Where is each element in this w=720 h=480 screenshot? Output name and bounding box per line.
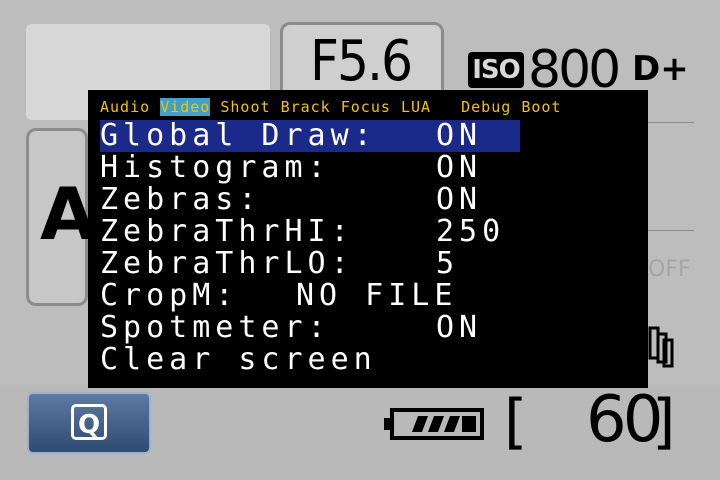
menu-item-label: Histogram: (100, 150, 331, 185)
menu-item-value: 250 (436, 214, 506, 249)
menu-item-histogram[interactable]: Histogram: ON (100, 152, 520, 184)
menu-item-label: ZebraThrLO: (100, 246, 354, 281)
tab-audio[interactable]: Audio (100, 98, 150, 116)
aperture-value: F5.6 (310, 29, 413, 94)
tab-shoot[interactable]: Shoot (220, 98, 270, 116)
menu-item-label: Spotmeter: (100, 310, 331, 345)
menu-items: Global Draw: ON Histogram: ON Zebras: ON Zebra… (100, 120, 520, 376)
iso-badge: ISO (468, 52, 524, 88)
tab-lua[interactable]: LUA (401, 98, 431, 116)
menu-item-value: ON (436, 118, 483, 153)
shots-remaining: 60 (586, 383, 663, 457)
drive-mode-icon (648, 326, 674, 368)
menu-item-value: ON (436, 150, 483, 185)
tab-debug[interactable]: Debug (461, 98, 511, 116)
divider (648, 230, 694, 231)
tab-video[interactable]: Video (160, 98, 211, 116)
menu-item-label: Global Draw: (100, 118, 377, 153)
menu-item-clear-screen[interactable]: Clear screen (100, 344, 520, 376)
menu-item-spotmeter[interactable]: Spotmeter: ON (100, 312, 520, 344)
shots-bracket-right: ] (652, 387, 676, 457)
battery-icon (384, 408, 484, 440)
menu-item-value: NO FILE (296, 278, 458, 313)
quick-control-button[interactable]: Q (27, 392, 151, 454)
menu-item-label: CropM: (100, 278, 239, 313)
q-label: Q (71, 404, 107, 440)
iso-value[interactable]: 800 (528, 44, 621, 96)
menu-item-value: 5 (436, 246, 460, 281)
menu-item-zebras[interactable]: Zebras: ON (100, 184, 520, 216)
menu-item-cropm[interactable]: CropM: NO FILE (100, 280, 520, 312)
menu-item-label: Clear screen (100, 342, 377, 377)
shots-bracket-left: [ (504, 387, 528, 457)
menu-item-value: ON (436, 182, 483, 217)
dlighting-indicator: D+ (632, 49, 689, 89)
tab-boot[interactable]: Boot (521, 98, 561, 116)
menu-item-zebrathrlo[interactable]: ZebraThrLO: 5 (100, 248, 520, 280)
menu-item-global-draw[interactable]: Global Draw: ON (100, 120, 520, 152)
off-label: OFF (648, 257, 691, 282)
tab-brack[interactable]: Brack (281, 98, 331, 116)
menu-item-label: Zebras: (100, 182, 262, 217)
magic-lantern-menu: Audio Video Shoot Brack Focus LUA Debug … (88, 90, 648, 388)
divider (648, 122, 694, 123)
flash-off-icon: OFF (648, 248, 691, 292)
menu-item-zebrathrhi[interactable]: ZebraThrHI: 250 (100, 216, 520, 248)
menu-item-value: ON (436, 310, 483, 345)
tab-focus[interactable]: Focus (341, 98, 391, 116)
menu-item-label: ZebraThrHI: (100, 214, 354, 249)
menu-tabs: Audio Video Shoot Brack Focus LUA Debug … (100, 98, 561, 116)
